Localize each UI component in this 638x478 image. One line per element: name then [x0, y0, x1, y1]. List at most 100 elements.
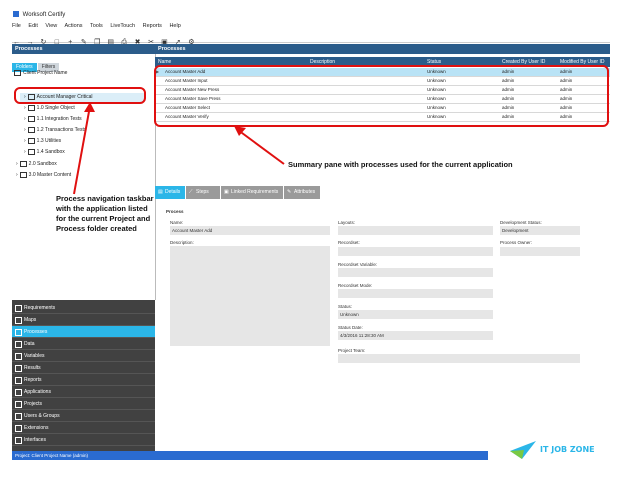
folder-icon: [14, 69, 21, 76]
grid-annotation: Summary pane with processes used for the…: [288, 160, 513, 169]
chevron-right-icon: ›: [24, 105, 26, 111]
chevron-right-icon: ›: [24, 116, 26, 122]
window-title: Worksoft Certify: [22, 12, 66, 18]
toolbar: ← → ↻ □ + ✎ ❐ ▤ ⎙ ✖ ✂ ▣ ➚ ⚙: [12, 31, 610, 46]
chevron-right-icon: ›: [24, 149, 26, 155]
nav-data[interactable]: Data: [12, 338, 155, 350]
details-icon: ▤: [158, 189, 163, 195]
dev-status-label: Development Status:: [500, 220, 542, 225]
left-panel-header: Processes: [12, 44, 155, 54]
nav-requirements[interactable]: Requirements: [12, 302, 155, 314]
reports-icon: [15, 377, 22, 384]
users-icon: [15, 413, 22, 420]
nav-reports[interactable]: Reports: [12, 374, 155, 386]
processes-header: Processes: [155, 44, 610, 54]
nav-variables[interactable]: Variables: [12, 350, 155, 362]
nav-results[interactable]: Results: [12, 362, 155, 374]
menu-bar: File Edit View Actions Tools LiveTouch R…: [12, 21, 610, 31]
recordset-field[interactable]: [338, 247, 493, 256]
dev-status-field[interactable]: Development: [500, 226, 580, 235]
menu-edit[interactable]: Edit: [28, 23, 37, 29]
variables-icon: [15, 353, 22, 360]
processes-icon: [15, 329, 22, 336]
tree-item-utilities[interactable]: › 1.3 Utilities: [24, 136, 61, 146]
name-field[interactable]: Account Master Add: [170, 226, 330, 235]
folder-icon: [27, 104, 35, 111]
interfaces-icon: [15, 437, 22, 444]
status-date-label: Status Date:: [338, 325, 363, 330]
attributes-icon: ✎: [287, 189, 292, 195]
tree-annotation: Process navigation taskbar with the appl…: [56, 194, 154, 233]
status-bar: Project: Client Project Name (admin): [12, 451, 488, 460]
menu-view[interactable]: View: [45, 23, 57, 29]
nav-extensions[interactable]: Extensions: [12, 422, 155, 434]
recordset-mode-label: Recordset Mode:: [338, 283, 373, 288]
recordset-variable-field[interactable]: [338, 268, 493, 277]
layouts-label: Layouts:: [338, 220, 356, 225]
folder-icon: [27, 148, 35, 155]
layouts-field[interactable]: [338, 226, 493, 235]
folder-icon: [27, 137, 35, 144]
description-field[interactable]: [170, 246, 330, 346]
extensions-icon: [15, 425, 22, 432]
tree-item-sandbox-20[interactable]: › 2.0 Sandbox: [16, 159, 57, 169]
requirements-icon: [15, 305, 22, 312]
applications-icon: [15, 389, 22, 396]
annotation-arrow-right: [234, 126, 285, 165]
menu-reports[interactable]: Reports: [143, 23, 162, 29]
maps-icon: [15, 317, 22, 324]
folder-icon: [27, 115, 35, 122]
app-icon: [13, 11, 19, 18]
menu-help[interactable]: Help: [169, 23, 180, 29]
logo-text: IT JOB ZONE: [540, 445, 595, 454]
tree-item-sandbox-14[interactable]: › 1.4 Sandbox: [24, 147, 65, 157]
menu-actions[interactable]: Actions: [64, 23, 82, 29]
recordset-label: Recordset:: [338, 240, 360, 245]
folder-icon: [19, 171, 27, 178]
nav-users-groups[interactable]: Users & Groups: [12, 410, 155, 422]
project-team-label: Project Team:: [338, 348, 366, 353]
description-label: Description:: [170, 240, 194, 245]
nav-projects[interactable]: Projects: [12, 398, 155, 410]
tab-steps[interactable]: ⟋ Steps: [186, 186, 220, 199]
nav-processes[interactable]: Processes: [12, 326, 155, 338]
chevron-right-icon: ›: [16, 172, 18, 178]
projects-icon: [15, 401, 22, 408]
it-job-zone-logo: IT JOB ZONE: [508, 439, 610, 461]
chevron-right-icon: ›: [24, 127, 26, 133]
nav-sidebar: Requirements Maps Processes Data Variabl…: [12, 300, 155, 452]
recordset-variable-label: Recordset Variable:: [338, 262, 378, 267]
tab-attributes[interactable]: ✎ Attributes: [284, 186, 320, 199]
menu-tools[interactable]: Tools: [90, 23, 103, 29]
data-icon: [15, 341, 22, 348]
title-bar: Worksoft Certify: [12, 10, 610, 21]
section-process: Process: [166, 209, 184, 214]
tree-item-project[interactable]: Client Project Name: [14, 68, 67, 78]
nav-applications[interactable]: Applications: [12, 386, 155, 398]
logo-mark-icon: [510, 441, 536, 459]
link-icon: ▣: [224, 189, 229, 195]
annotation-arrow-left: [73, 102, 95, 195]
tab-linked-requirements[interactable]: ▣ Linked Requirements: [221, 186, 283, 199]
chevron-right-icon: ›: [24, 138, 26, 144]
status-date-field[interactable]: 4/3/2016 11:28:30 AM: [338, 331, 493, 340]
status-field[interactable]: Unknown: [338, 310, 493, 319]
chevron-right-icon: ›: [16, 161, 18, 167]
status-label: Status:: [338, 304, 353, 309]
menu-file[interactable]: File: [12, 23, 21, 29]
left-panel-tabs: Folders Filters: [12, 55, 155, 72]
results-icon: [15, 365, 22, 372]
nav-interfaces[interactable]: Interfaces: [12, 434, 155, 446]
process-owner-field[interactable]: [500, 247, 580, 256]
steps-icon: ⟋: [189, 189, 193, 195]
detail-tabs: ▤ Details ⟋ Steps ▣ Linked Requirements ✎ At…: [155, 186, 610, 199]
folder-tree: Client Project Name › Account Manager Cri…: [0, 0, 93, 178]
process-owner-label: Process Owner:: [500, 240, 533, 245]
name-label: Name:: [170, 220, 184, 225]
recordset-mode-field[interactable]: [338, 289, 493, 298]
menu-livetouch[interactable]: LiveTouch: [110, 23, 135, 29]
project-team-field[interactable]: [338, 354, 580, 363]
grid-highlight-box: [154, 65, 609, 127]
nav-maps[interactable]: Maps: [12, 314, 155, 326]
tab-details[interactable]: ▤ Details: [155, 186, 185, 199]
